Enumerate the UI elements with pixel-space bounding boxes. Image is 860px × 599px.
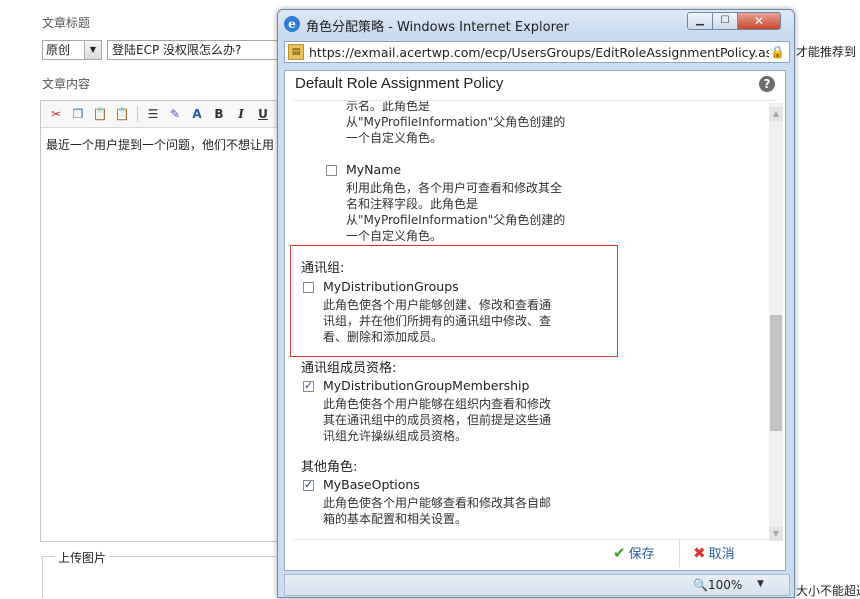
zoom-dropdown-icon[interactable]: ▼ (757, 579, 764, 589)
ie-titlebar[interactable]: e 角色分配策略 - Windows Internet Explorer ▁ ☐… (278, 10, 794, 38)
address-url[interactable]: https://exmail.acertwp.com/ecp/UsersGrou… (309, 45, 769, 60)
article-title-label: 文章标题 (42, 16, 91, 30)
upload-image-section: 上传图片 (42, 549, 282, 598)
close-button[interactable]: ✕ (737, 12, 781, 30)
role-description-line: 讯组允许操纵组成员资格。 (323, 429, 468, 443)
checkmark-icon: ✔ (613, 544, 626, 562)
align-icon[interactable]: ☰ (144, 105, 162, 123)
mydistributiongroupmembership-checkbox[interactable] (303, 379, 314, 392)
role-description-line: 一个自定义角色。 (346, 131, 443, 145)
role-name-mydistributiongroups: MyDistributionGroups (323, 279, 459, 294)
scrollbar-thumb[interactable] (770, 315, 782, 431)
role-description-line: 看、删除和添加成员。 (323, 330, 444, 344)
article-content-label: 文章内容 (42, 77, 91, 91)
italic-button[interactable]: I (232, 105, 250, 123)
category-select[interactable]: 原创 ▼ (42, 40, 102, 60)
cancel-label: 取消 (708, 547, 735, 562)
role-name-mydistributiongroupmembership: MyDistributionGroupMembership (323, 378, 530, 393)
lock-icon[interactable]: 🔒 (770, 45, 785, 59)
chevron-down-icon: ▼ (84, 41, 101, 59)
maximize-button[interactable]: ☐ (712, 12, 738, 30)
role-description-line: 箱的基本配置和相关设置。 (323, 512, 468, 526)
copy-icon[interactable]: ❐ (69, 105, 87, 123)
mydistributiongroups-checkbox[interactable] (303, 282, 314, 293)
help-icon[interactable]: ? (759, 76, 775, 92)
role-description-line: 一个自定义角色。 (346, 229, 443, 243)
size-limit-text: 大小不能超过 (796, 584, 860, 598)
dialog-title: Default Role Assignment Policy (295, 75, 504, 92)
paste-icon[interactable]: 📋 (91, 105, 109, 123)
bold-button[interactable]: B (210, 105, 228, 123)
upload-image-label: 上传图片 (55, 549, 110, 566)
section-title-other-roles: 其他角色: (301, 460, 358, 475)
recommend-hint-text: 才能推荐到 (796, 45, 857, 59)
role-description-line: 从"MyProfileInformation"父角色创建的 (346, 213, 566, 227)
role-description-line: 此角色使各个用户能够创建、修改和查看通 (323, 298, 552, 312)
section-title-group-membership: 通讯组成员资格: (301, 361, 397, 376)
role-description-line: 名和注释字段。此角色是 (346, 197, 479, 211)
toolbar-divider (137, 106, 138, 122)
rich-text-editor[interactable]: ✂ ❐ 📋 📋 ☰ ✎ A B I U 最近一个用户提到一个问题，他们不想让用 (40, 100, 280, 542)
section-title-distribution-groups: 通讯组: (301, 261, 345, 276)
footer-divider (293, 539, 777, 540)
save-button[interactable]: ✔ 保存 (613, 543, 655, 562)
underline-button[interactable]: U (254, 105, 272, 123)
scroll-up-arrow-icon[interactable]: ▲ (769, 107, 783, 121)
zoom-value: 100% (707, 578, 743, 592)
cut-icon[interactable]: ✂ (47, 105, 65, 123)
font-color-icon[interactable]: A (188, 105, 206, 123)
save-label: 保存 (628, 547, 655, 562)
status-bar: 🔍100% ▼ (284, 574, 790, 596)
role-name-mybaseoptions: MyBaseOptions (323, 477, 420, 492)
vertical-scrollbar[interactable]: ▲ ▼ (769, 103, 783, 541)
ie-popup-window: e 角色分配策略 - Windows Internet Explorer ▁ ☐… (277, 9, 795, 598)
window-title: 角色分配策略 - Windows Internet Explorer (306, 20, 569, 35)
minimize-button[interactable]: ▁ (687, 12, 713, 30)
role-description-line: 利用此角色，各个用户可查看和修改其全 (346, 181, 563, 195)
paste-text-icon[interactable]: 📋 (113, 105, 131, 123)
cancel-button[interactable]: ✖ 取消 (693, 543, 735, 562)
editor-toolbar: ✂ ❐ 📋 📋 ☰ ✎ A B I U (41, 101, 279, 128)
address-bar[interactable]: ▤ https://exmail.acertwp.com/ecp/UsersGr… (284, 41, 790, 63)
role-description-line: 此角色使各个用户能够在组织内查看和修改 (323, 397, 552, 411)
button-divider (679, 539, 680, 567)
spellcheck-icon[interactable]: ✎ (166, 105, 184, 123)
role-description-line: 此角色使各个用户能够查看和修改其各自邮 (323, 496, 552, 510)
zoom-level[interactable]: 🔍100% (693, 578, 742, 592)
role-description-line: 讯组，并在他们所拥有的通讯组中修改、查 (323, 314, 552, 328)
role-description-line: 从"MyProfileInformation"父角色创建的 (346, 115, 566, 129)
category-select-value: 原创 (46, 43, 71, 57)
role-name-myname: MyName (346, 162, 402, 177)
article-title-input[interactable]: 登陆ECP 没权限怎么办? (107, 40, 287, 60)
cancel-x-icon: ✖ (693, 544, 706, 562)
role-description-line: 示名。此角色是 (346, 101, 431, 113)
role-description-line: 其在通讯组中的成员资格，但前提是这些通 (323, 413, 552, 427)
page-icon: ▤ (288, 44, 304, 60)
role-list: 示名。此角色是 从"MyProfileInformation"父角色创建的 一个… (285, 101, 769, 538)
mybaseoptions-checkbox[interactable] (303, 478, 314, 491)
zoom-magnifier-icon: 🔍 (693, 578, 708, 592)
editor-content[interactable]: 最近一个用户提到一个问题，他们不想让用 (41, 128, 279, 161)
ie-logo-icon: e (284, 16, 300, 32)
dialog-content: Default Role Assignment Policy ? 示名。此角色是… (284, 70, 786, 571)
myname-checkbox[interactable] (326, 165, 337, 176)
